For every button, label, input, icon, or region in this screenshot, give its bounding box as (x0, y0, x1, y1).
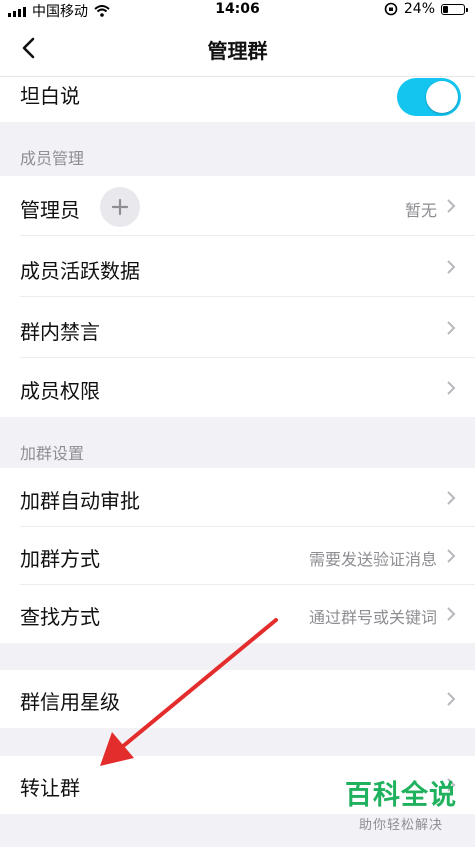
status-bar: 中国移动 14:06 24% (0, 0, 475, 20)
tanbaishuo-toggle[interactable] (397, 78, 461, 116)
battery-percent: 24% (403, 1, 435, 17)
row-join-method-label: 加群方式 (20, 547, 100, 571)
chevron-right-icon (447, 692, 456, 706)
battery-icon (441, 3, 468, 15)
watermark-slogan: 助你轻松解决 (358, 818, 443, 833)
page-title: 管理群 (207, 39, 268, 63)
row-group-mute-label: 群内禁言 (20, 320, 100, 344)
row-join-method-value: 需要发送验证消息 (308, 550, 437, 569)
row-auto-approve[interactable]: 加群自动审批 (0, 468, 475, 527)
row-search-method-value: 通过群号或关键词 (308, 608, 437, 627)
toggle-knob (426, 81, 458, 113)
chevron-right-icon (447, 607, 456, 621)
status-right: 24% (384, 1, 468, 17)
watermark-logo: 百科全说 助你轻松解决 (345, 773, 457, 833)
row-auto-approve-label: 加群自动审批 (20, 489, 140, 513)
row-search-method-label: 查找方式 (20, 605, 100, 629)
orientation-lock-icon (384, 2, 398, 16)
row-member-activity[interactable]: 成员活跃数据 (0, 236, 475, 297)
row-member-permissions-label: 成员权限 (20, 379, 100, 403)
chevron-right-icon (447, 381, 456, 395)
section-title-join: 加群设置 (20, 444, 85, 463)
navigation-bar: 管理群 (0, 20, 475, 77)
row-transfer-group-label: 转让群 (20, 776, 80, 800)
row-credit-rating[interactable]: 群信用星级 (0, 670, 475, 728)
chevron-right-icon (447, 199, 456, 213)
row-join-method[interactable]: 加群方式 需要发送验证消息 (0, 527, 475, 585)
section-title-member: 成员管理 (20, 149, 85, 168)
toggle-row-label: 坦白说 (20, 84, 80, 108)
chevron-right-icon (447, 321, 456, 335)
toggle-row-tanbaishuo[interactable]: 坦白说 (0, 77, 475, 122)
add-admin-button[interactable] (100, 187, 140, 227)
chevron-right-icon (447, 549, 456, 563)
row-search-method[interactable]: 查找方式 通过群号或关键词 (0, 585, 475, 643)
row-credit-rating-label: 群信用星级 (20, 690, 120, 714)
chevron-right-icon (447, 491, 456, 505)
row-group-mute[interactable]: 群内禁言 (0, 297, 475, 358)
row-admin[interactable]: 管理员 暂无 (0, 176, 475, 236)
row-member-activity-label: 成员活跃数据 (20, 259, 140, 283)
row-admin-label: 管理员 (20, 198, 80, 222)
row-member-permissions[interactable]: 成员权限 (0, 358, 475, 417)
chevron-right-icon (447, 260, 456, 274)
row-admin-value: 暂无 (404, 201, 437, 220)
watermark-brand: 百科全说 (345, 780, 457, 811)
plus-icon (111, 198, 129, 216)
